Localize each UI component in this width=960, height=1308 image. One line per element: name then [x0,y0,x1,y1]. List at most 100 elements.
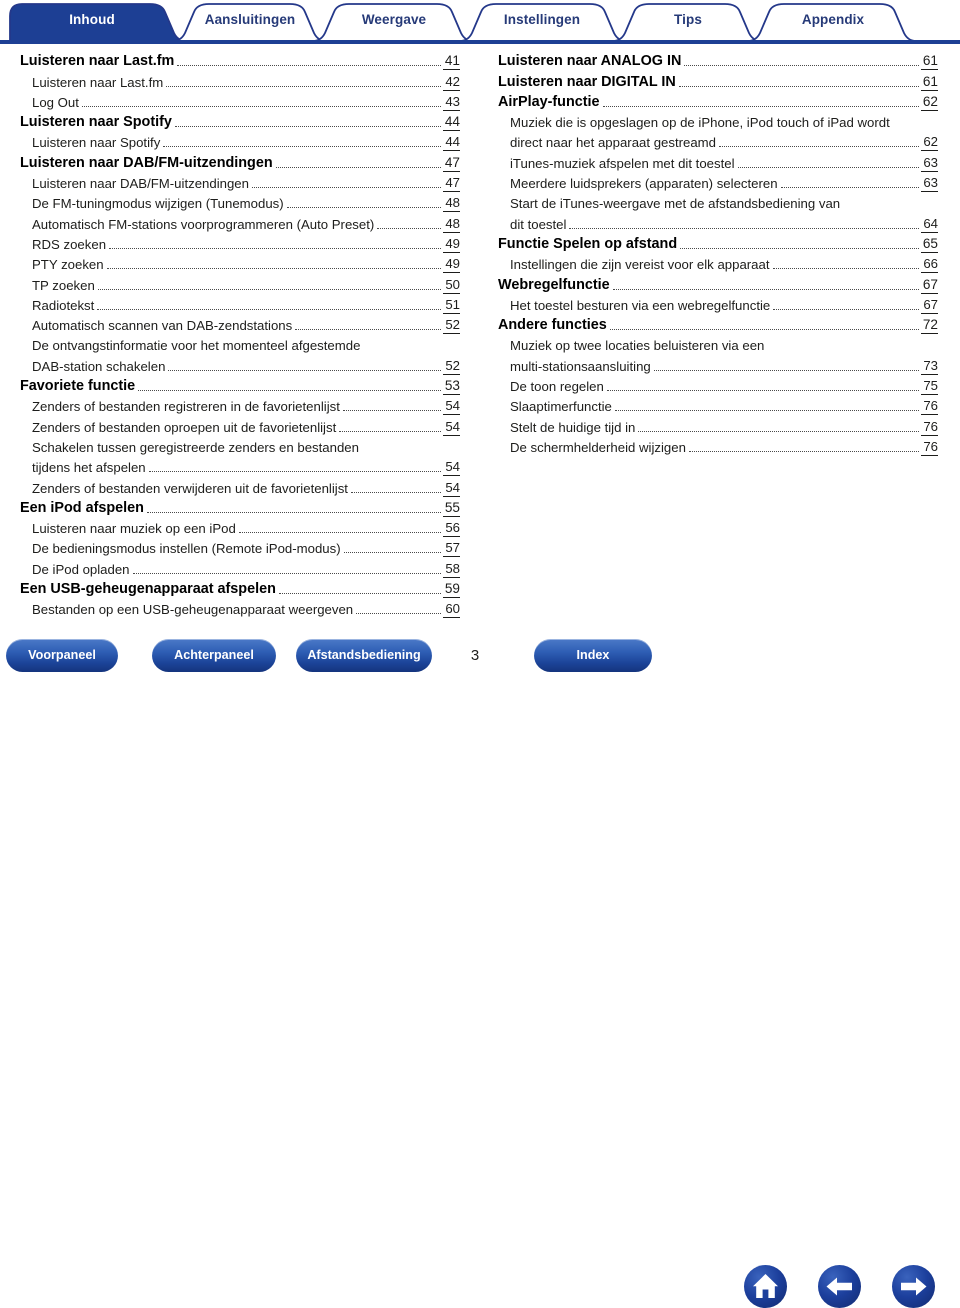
toc-entry[interactable]: iTunes-muziek afspelen met dit toestel 63 [498,151,938,172]
toc-entry-page[interactable]: 64 [921,216,938,233]
toc-entry[interactable]: Een USB-geheugenapparaat afspelen 59 [20,578,460,599]
toc-entry[interactable]: Muziek op twee locaties beluisteren via … [498,334,938,354]
toc-entry[interactable]: AirPlay-functie 62 [498,91,938,111]
toc-entry-page[interactable]: 54 [443,419,460,436]
toc-entry[interactable]: Luisteren naar DAB/FM-uitzendingen 47 [20,172,460,193]
toc-entry[interactable]: Radiotekst 51 [20,294,460,314]
toc-entry-page[interactable]: 63 [921,175,938,193]
toc-entry[interactable]: De ontvangstinformatie voor het momentee… [20,334,460,354]
toc-entry[interactable]: Luisteren naar Last.fm 42 [20,70,460,91]
toc-entry[interactable]: Start de iTunes-weergave met de afstands… [498,192,938,212]
toc-entry[interactable]: Luisteren naar DAB/FM-uitzendingen 47 [20,151,460,172]
toc-entry-page[interactable]: 73 [921,358,938,375]
toc-entry-page[interactable]: 54 [443,480,460,497]
forward-button[interactable] [892,1265,935,1308]
toc-entry[interactable]: Andere functies 72 [498,314,938,335]
toc-entry[interactable]: Instellingen die zijn vereist voor elk a… [498,253,938,274]
toc-entry[interactable]: Luisteren naar DIGITAL IN 61 [498,70,938,91]
toc-entry-page[interactable]: 51 [443,297,460,314]
toc-entry[interactable]: RDS zoeken 49 [20,233,460,253]
toc-entry-page[interactable]: 44 [443,114,460,132]
tab-label-aansluitingen[interactable]: Aansluitingen [188,0,312,40]
toc-entry-page[interactable]: 76 [921,398,938,416]
toc-entry-page[interactable]: 58 [443,561,460,578]
toc-entry[interactable]: dit toestel 64 [498,212,938,233]
toc-entry[interactable]: Automatisch FM-stations voorprogrammeren… [20,212,460,233]
toc-entry[interactable]: Luisteren naar Spotify 44 [20,131,460,152]
toc-entry-page[interactable]: 47 [443,155,460,172]
back-button[interactable] [818,1265,861,1308]
toc-entry-page[interactable]: 53 [443,378,460,396]
toc-entry-page[interactable]: 41 [443,53,460,71]
voorpaneel-button[interactable]: Voorpaneel [6,639,118,672]
toc-entry-page[interactable]: 52 [443,358,460,375]
toc-entry-page[interactable]: 50 [443,277,460,294]
toc-entry-page[interactable]: 67 [921,297,938,314]
toc-entry[interactable]: TP zoeken 50 [20,273,460,294]
toc-entry[interactable]: Log Out 43 [20,91,460,111]
toc-entry-page[interactable]: 67 [921,277,938,294]
toc-entry-page[interactable]: 76 [921,419,938,436]
toc-entry-page[interactable]: 42 [443,74,460,91]
toc-entry[interactable]: Zenders of bestanden verwijderen uit de … [20,476,460,497]
tab-label-appendix[interactable]: Appendix [768,0,898,40]
toc-entry[interactable]: Stelt de huidige tijd in 76 [498,415,938,436]
toc-entry[interactable]: Muziek die is opgeslagen op de iPhone, i… [498,111,938,131]
toc-entry[interactable]: Meerdere luidsprekers (apparaten) select… [498,172,938,193]
toc-entry-page[interactable]: 43 [443,94,460,111]
toc-entry[interactable]: Luisteren naar ANALOG IN 61 [498,50,938,71]
toc-entry[interactable]: De schermhelderheid wijzigen 76 [498,436,938,456]
toc-entry[interactable]: Luisteren naar Spotify 44 [20,111,460,132]
toc-entry[interactable]: Zenders of bestanden oproepen uit de fav… [20,415,460,436]
toc-entry-page[interactable]: 62 [921,94,938,111]
toc-entry-page[interactable]: 60 [443,601,460,619]
toc-entry[interactable]: De iPod opladen 58 [20,557,460,578]
toc-entry[interactable]: De bedieningsmodus instellen (Remote iPo… [20,537,460,558]
index-button[interactable]: Index [534,639,652,672]
toc-entry[interactable]: Slaaptimerfunctie 76 [498,395,938,416]
toc-entry[interactable]: De toon regelen 75 [498,375,938,396]
toc-entry-page[interactable]: 66 [921,256,938,274]
toc-entry[interactable]: Een iPod afspelen 55 [20,497,460,517]
toc-entry[interactable]: Automatisch scannen van DAB-zendstations… [20,314,460,335]
toc-entry-page[interactable]: 75 [921,378,938,396]
toc-entry[interactable]: Functie Spelen op afstand 65 [498,233,938,253]
afstandsbediening-button[interactable]: Afstandsbediening [296,639,432,672]
toc-entry[interactable]: DAB-station schakelen 52 [20,354,460,375]
toc-entry[interactable]: PTY zoeken 49 [20,253,460,274]
toc-entry[interactable]: Webregelfunctie 67 [498,273,938,294]
toc-entry-page[interactable]: 49 [443,236,460,253]
toc-entry[interactable]: direct naar het apparaat gestreamd 62 [498,131,938,152]
toc-entry-page[interactable]: 56 [443,520,460,538]
toc-entry[interactable]: Luisteren naar Last.fm 41 [20,50,460,71]
toc-entry-page[interactable]: 65 [921,236,938,253]
home-button[interactable] [744,1265,787,1308]
toc-entry-page[interactable]: 61 [921,53,938,71]
toc-entry-page[interactable]: 44 [443,134,460,152]
toc-entry-page[interactable]: 63 [921,155,938,172]
toc-entry-page[interactable]: 57 [443,540,460,558]
toc-entry[interactable]: Bestanden op een USB-geheugenapparaat we… [20,598,460,619]
toc-entry-page[interactable]: 48 [443,195,460,213]
toc-entry-page[interactable]: 59 [443,581,460,599]
toc-entry-page[interactable]: 54 [443,398,460,416]
toc-entry[interactable]: De FM-tuningmodus wijzigen (Tunemodus) 48 [20,192,460,213]
toc-entry-page[interactable]: 62 [921,134,938,152]
toc-entry[interactable]: Favoriete functie 53 [20,375,460,396]
toc-entry[interactable]: Zenders of bestanden registreren in de f… [20,395,460,416]
toc-entry-page[interactable]: 54 [443,459,460,477]
toc-entry[interactable]: multi-stationsaansluiting 73 [498,354,938,375]
toc-entry-page[interactable]: 47 [443,175,460,193]
toc-entry-page[interactable]: 49 [443,256,460,274]
toc-entry-page[interactable]: 48 [443,216,460,233]
toc-entry[interactable]: tijdens het afspelen 54 [20,456,460,477]
tab-label-inhoud[interactable]: Inhoud [10,0,174,40]
tab-label-tips[interactable]: Tips [632,0,744,40]
toc-entry[interactable]: Schakelen tussen geregistreerde zenders … [20,436,460,456]
toc-entry-page[interactable]: 76 [921,439,938,456]
toc-entry[interactable]: Het toestel besturen via een webregelfun… [498,294,938,314]
achterpaneel-button[interactable]: Achterpaneel [152,639,276,672]
toc-entry-page[interactable]: 61 [921,74,938,91]
toc-entry[interactable]: Luisteren naar muziek op een iPod 56 [20,517,460,538]
toc-entry-page[interactable]: 52 [443,317,460,335]
